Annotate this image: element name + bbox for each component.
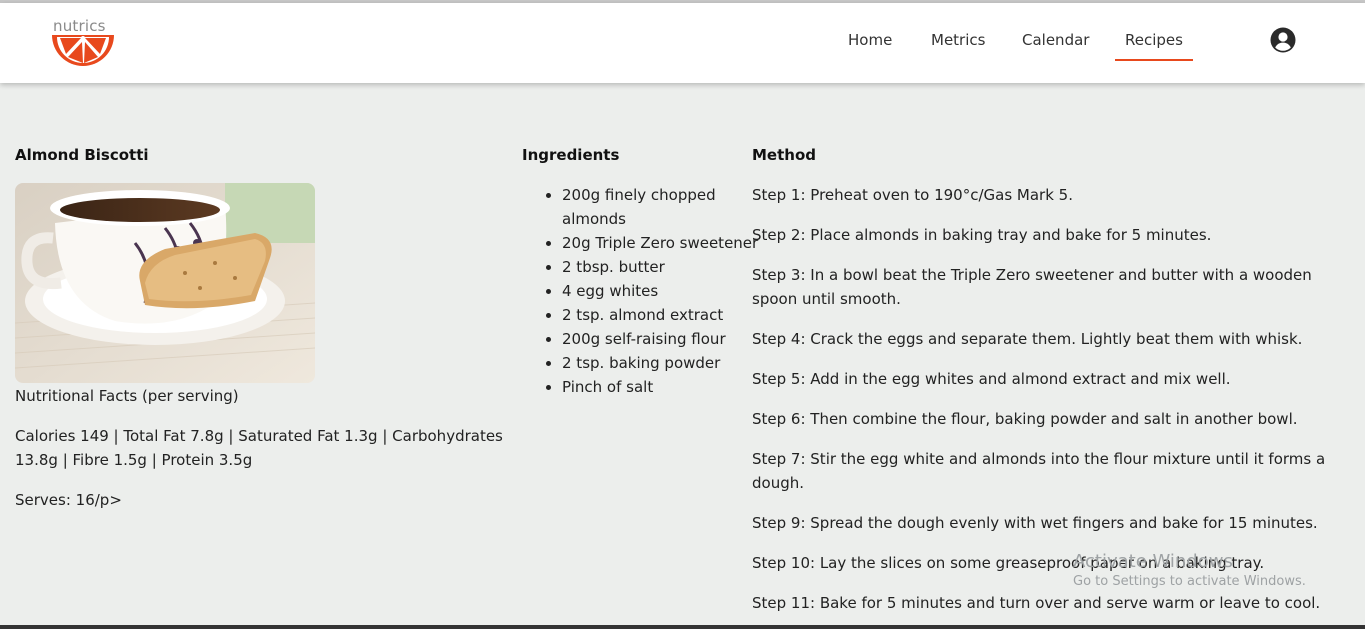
ingredient-item: 200g finely chopped almonds (562, 183, 752, 231)
ingredient-item: 200g self-raising flour (562, 327, 752, 351)
nav-calendar[interactable]: Calendar (1022, 31, 1089, 49)
nav-home[interactable]: Home (848, 31, 892, 49)
method-step: Step 10: Lay the slices on some greasepr… (752, 554, 1265, 572)
recipe-photo (15, 183, 315, 383)
method-step: Step 2: Place almonds in baking tray and… (752, 226, 1212, 244)
method-steps: Step 1: Preheat oven to 190°c/Gas Mark 5… (752, 183, 1352, 615)
method-step: Step 9: Spread the dough evenly with wet… (752, 514, 1318, 532)
ingredients-section: Ingredients 200g finely chopped almonds … (522, 145, 758, 399)
nutrition-title: Nutritional Facts (per serving) (15, 387, 239, 405)
ingredients-list: 200g finely chopped almonds 20g Triple Z… (522, 183, 758, 399)
method-step: Step 7: Stir the egg white and almonds i… (752, 450, 1326, 492)
nutrition-values: Calories 149 | Total Fat 7.8g | Saturate… (15, 427, 503, 469)
method-section: Method Step 1: Preheat oven to 190°c/Gas… (752, 145, 1352, 615)
ingredient-item: 2 tsp. baking powder (562, 351, 752, 375)
serves-count: Serves: 16/p> (15, 491, 122, 509)
top-navbar: nutrics Home Metrics Calendar Recipes (0, 3, 1365, 83)
ingredient-item: 20g Triple Zero sweetener (562, 231, 758, 255)
user-circle-icon[interactable] (1270, 27, 1296, 53)
ingredient-item: 2 tsp. almond extract (562, 303, 752, 327)
method-step: Step 1: Preheat oven to 190°c/Gas Mark 5… (752, 186, 1073, 204)
ingredients-heading: Ingredients (522, 146, 620, 164)
method-step: Step 3: In a bowl beat the Triple Zero s… (752, 266, 1312, 308)
ingredient-item: Pinch of salt (562, 375, 752, 399)
method-step: Step 11: Bake for 5 minutes and turn ove… (752, 594, 1321, 612)
method-step: Step 6: Then combine the flour, baking p… (752, 410, 1298, 428)
window-bottom-border (0, 625, 1365, 629)
method-step: Step 4: Crack the eggs and separate them… (752, 330, 1303, 348)
nav-metrics[interactable]: Metrics (931, 31, 985, 49)
ingredient-item: 4 egg whites (562, 279, 752, 303)
recipe-content: Almond Biscotti Nutritional Facts (per s… (0, 83, 1365, 625)
nav-recipes[interactable]: Recipes (1115, 31, 1193, 61)
method-step: Step 5: Add in the egg whites and almond… (752, 370, 1231, 388)
ingredient-item: 2 tbsp. butter (562, 255, 752, 279)
nutrics-logo[interactable]: nutrics (50, 17, 120, 69)
orange-slice-icon (52, 35, 114, 66)
recipe-title: Almond Biscotti (15, 146, 149, 164)
recipe-overview: Almond Biscotti Nutritional Facts (per s… (15, 145, 515, 512)
method-heading: Method (752, 146, 816, 164)
